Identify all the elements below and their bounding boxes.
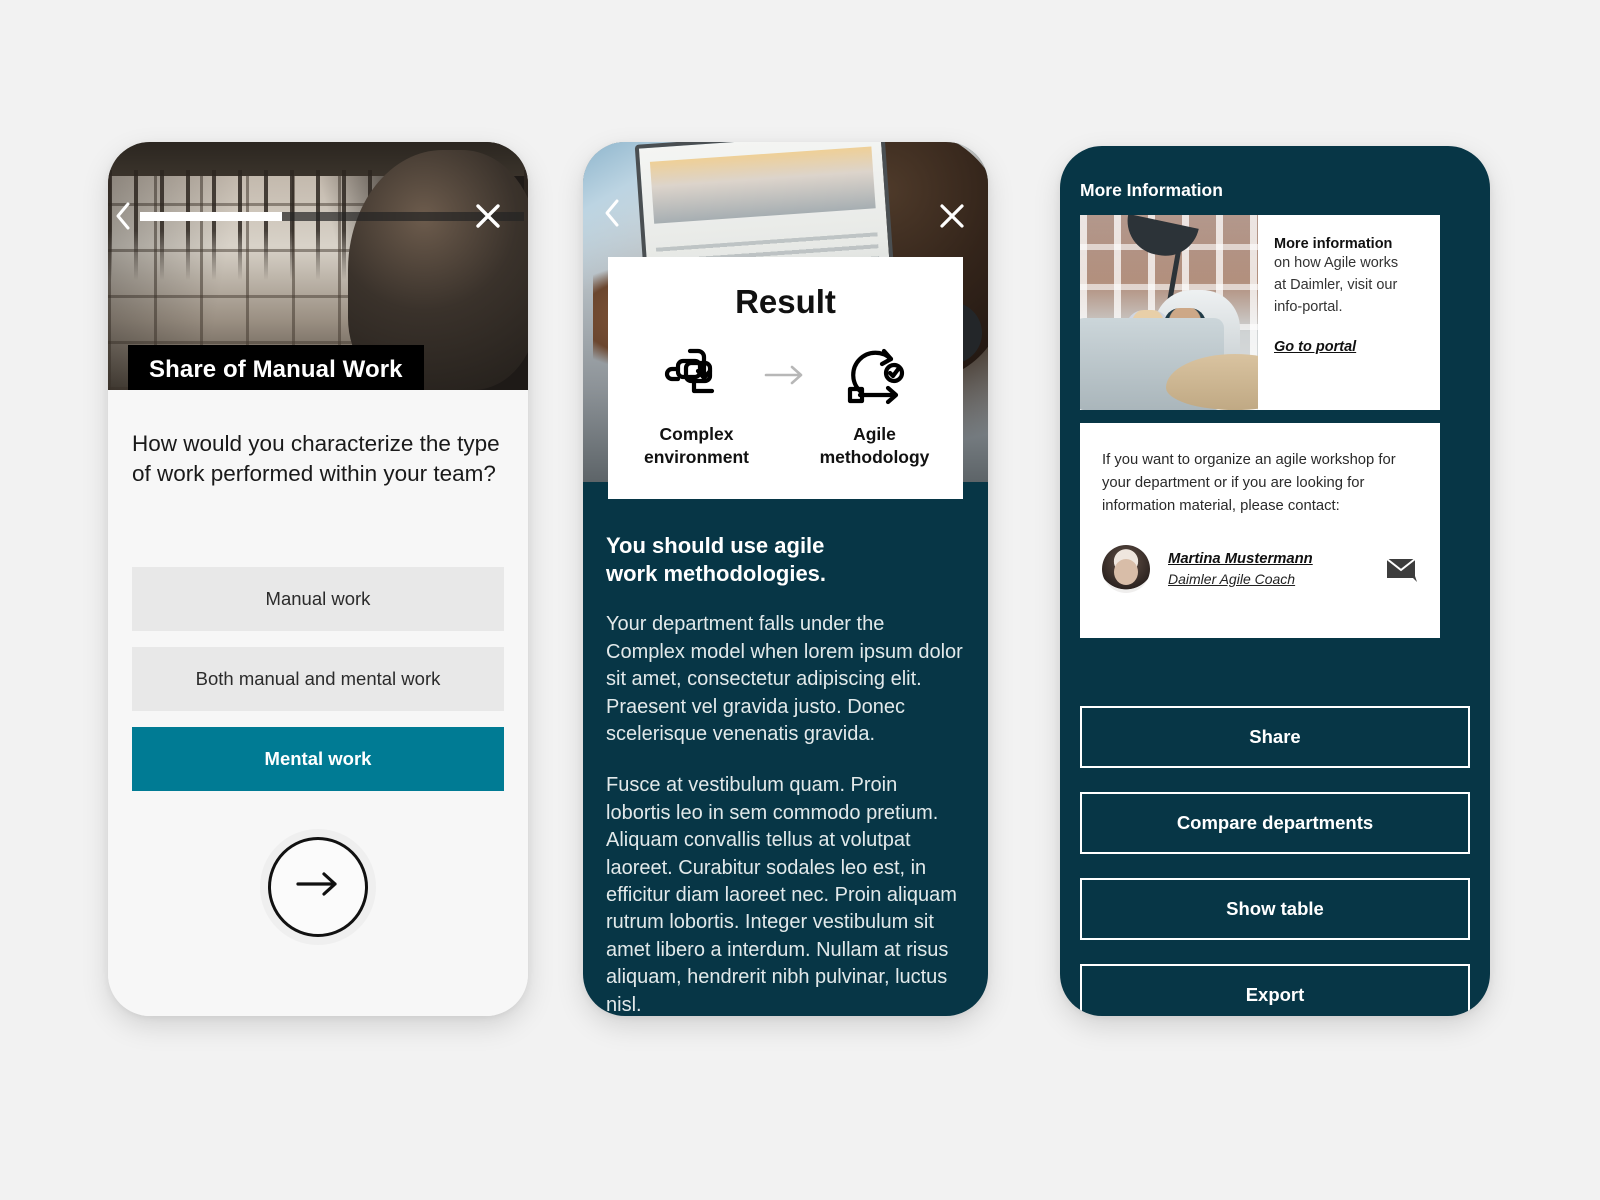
result-headline: You should use agile work methodologies. xyxy=(606,532,965,587)
button-label: Compare departments xyxy=(1176,812,1374,833)
more-information-line2: at Daimler, visit our xyxy=(1274,277,1398,294)
arrow-right-icon xyxy=(296,871,340,902)
complex-environment-icon xyxy=(632,341,761,409)
result-right-label: Agile methodology xyxy=(810,423,939,469)
survey-progress-fill xyxy=(140,211,283,221)
contact-card: If you want to organize an agile worksho… xyxy=(1080,423,1440,638)
result-text-block: You should use agile work methodologies.… xyxy=(606,532,965,1016)
next-button-halo xyxy=(260,828,376,945)
page-title: Share of Manual Work xyxy=(128,345,424,396)
survey-top-navbar xyxy=(108,199,528,233)
arrow-right-icon xyxy=(761,341,810,409)
contact-person-row: Martina Mustermann Daimler Agile Coach xyxy=(1102,544,1420,593)
more-information-line3: info-portal. xyxy=(1274,299,1343,316)
page-title: More Information xyxy=(1080,180,1223,200)
option-manual-work[interactable]: Manual work xyxy=(132,566,504,631)
close-icon[interactable] xyxy=(470,198,506,234)
agile-methodology-icon xyxy=(810,341,939,409)
avatar xyxy=(1102,544,1150,593)
result-headline-line2: work methodologies. xyxy=(606,560,827,586)
result-paragraph-1: Your department falls under the Complex … xyxy=(606,613,963,745)
chevron-left-icon[interactable] xyxy=(597,198,627,228)
result-left-column: Complex environment xyxy=(632,341,761,469)
result-right-column: Agile methodology xyxy=(810,341,939,469)
screenshot-stage: Share of Manual Work How would you chara… xyxy=(0,0,1600,1200)
result-left-label-line1: Complex xyxy=(659,424,734,444)
result-top-navbar xyxy=(583,198,988,236)
go-to-portal-link[interactable]: Go to portal xyxy=(1274,339,1356,355)
contact-person-meta: Martina Mustermann Daimler Agile Coach xyxy=(1168,551,1313,587)
result-card-row: Complex environment Agile methodology xyxy=(626,341,945,469)
option-label: Manual work xyxy=(265,587,371,609)
result-paragraph-2: Fusce at vestibulum quam. Proin lobortis… xyxy=(606,774,957,1016)
contact-person-role[interactable]: Daimler Agile Coach xyxy=(1168,571,1313,587)
button-label: Share xyxy=(1249,726,1301,747)
phone-screen-survey-question: Share of Manual Work How would you chara… xyxy=(108,142,528,1016)
close-icon[interactable] xyxy=(934,198,970,234)
result-left-label: Complex environment xyxy=(632,423,761,469)
button-label: Export xyxy=(1245,984,1305,1005)
result-right-label-line2: methodology xyxy=(819,446,930,467)
option-mental-work[interactable]: Mental work xyxy=(132,726,504,791)
lounge-meeting-photo xyxy=(1080,215,1258,410)
result-card-title: Result xyxy=(735,283,836,320)
next-button[interactable] xyxy=(268,836,368,937)
show-table-button[interactable]: Show table xyxy=(1080,878,1470,940)
contact-description: If you want to organize an agile worksho… xyxy=(1102,452,1396,515)
survey-question-text: How would you characterize the type of w… xyxy=(132,431,500,486)
phone-screen-more-information: More Information More information on how… xyxy=(1060,146,1490,1016)
survey-options-list: Manual work Both manual and mental work … xyxy=(132,566,504,791)
result-right-label-line1: Agile xyxy=(853,424,896,444)
more-information-text: More information on how Agile works at D… xyxy=(1258,215,1440,410)
survey-body: How would you characterize the type of w… xyxy=(108,390,528,1016)
result-card: Result Complex environment Agile methodo… xyxy=(608,257,963,499)
chevron-left-icon[interactable] xyxy=(108,202,138,230)
result-left-label-line2: environment xyxy=(643,446,749,467)
result-headline-line1: You should use agile xyxy=(606,533,825,558)
more-information-heading: More information xyxy=(1274,236,1393,252)
share-button[interactable]: Share xyxy=(1080,706,1470,768)
phone-screen-result: Result Complex environment Agile methodo… xyxy=(583,142,988,1016)
more-information-card: More information on how Agile works at D… xyxy=(1080,215,1440,410)
export-button[interactable]: Export xyxy=(1080,964,1470,1016)
option-both-manual-and-mental-work[interactable]: Both manual and mental work xyxy=(132,646,504,711)
option-label: Both manual and mental work xyxy=(195,667,441,689)
action-buttons-group: Share Compare departments Show table Exp… xyxy=(1080,706,1470,1016)
button-label: Show table xyxy=(1226,898,1324,919)
more-information-line1: on how Agile works xyxy=(1274,255,1399,271)
compare-departments-button[interactable]: Compare departments xyxy=(1080,792,1470,854)
contact-person-name[interactable]: Martina Mustermann xyxy=(1168,551,1313,567)
survey-progress-bar xyxy=(140,211,524,221)
option-label: Mental work xyxy=(264,747,372,769)
next-button-wrapper xyxy=(108,828,528,945)
envelope-edit-icon[interactable] xyxy=(1386,555,1420,583)
